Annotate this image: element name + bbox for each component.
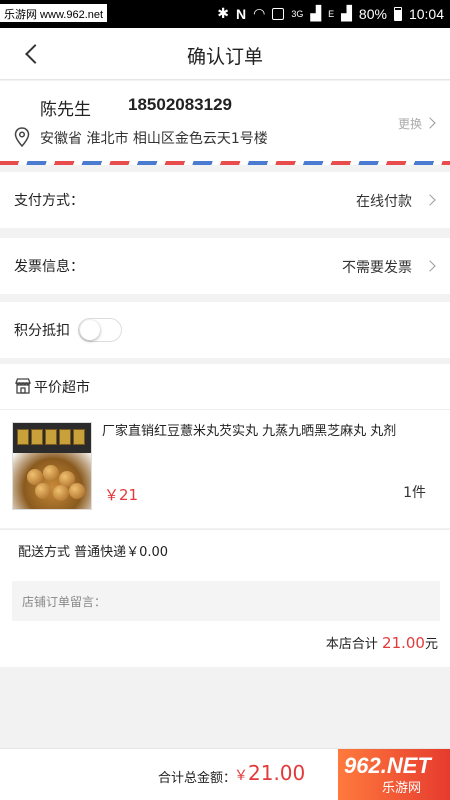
total-label: 合计总金额：: [158, 771, 237, 786]
chevron-right-icon: [424, 194, 436, 206]
product-price: ￥21: [104, 486, 139, 504]
store-name: 平价超市: [34, 380, 90, 396]
points-row: 积分抵扣: [0, 302, 450, 358]
page-title: 确认订单: [186, 46, 263, 68]
status-bar: 乐游网 www.962.net ✱ N ◠ 3G ▟ E ▟ 80% 10:04: [0, 0, 450, 28]
order-note-section: 店铺订单留言： 本店合计 21.00元: [0, 569, 450, 667]
checkout-bar: 合计总金额： ￥21.00 962.NET 乐游网: [0, 748, 450, 800]
points-label: 积分抵扣: [14, 323, 70, 339]
sim-icon: [272, 7, 285, 20]
signal-icon-2: ▟: [341, 5, 352, 21]
bluetooth-icon: ✱: [217, 5, 229, 21]
change-address-button[interactable]: 更换: [398, 115, 422, 132]
order-note-input[interactable]: 店铺订单留言：: [12, 581, 440, 621]
logo-subtext: 乐游网: [382, 781, 422, 796]
nfc-icon: N: [235, 5, 247, 22]
shop-icon: [15, 378, 31, 394]
nav-bar: 确认订单: [0, 28, 450, 80]
invoice-label: 发票信息：: [14, 259, 84, 275]
delivery-row: 配送方式 普通快递￥0.00: [0, 529, 450, 569]
payment-method-row[interactable]: 支付方式： 在线付款: [0, 172, 450, 228]
battery-icon: [393, 6, 402, 21]
product-image: [12, 422, 92, 510]
store-header: 平价超市: [0, 364, 450, 410]
product-title: 厂家直销红豆薏米丸芡实丸 九蒸九晒黑芝麻丸 丸剂: [102, 424, 397, 439]
delivery-text: 配送方式 普通快递￥0.00: [18, 545, 169, 560]
product-quantity: 1件: [403, 485, 426, 501]
points-toggle[interactable]: [78, 318, 122, 342]
address-text: 安徽省 淮北市 相山区金色云天1号楼: [40, 131, 268, 147]
store-total: 本店合计 21.00元: [326, 633, 438, 652]
signal-e-label: E: [328, 8, 335, 19]
invoice-row[interactable]: 发票信息： 不需要发票: [0, 238, 450, 294]
order-note-placeholder: 店铺订单留言：: [22, 595, 107, 609]
invoice-value: 不需要发票: [342, 260, 412, 276]
payment-value: 在线付款: [356, 194, 412, 210]
watermark: 乐游网 www.962.net: [0, 4, 108, 22]
total-number: 21.00: [248, 761, 306, 785]
chevron-right-icon: [424, 117, 436, 129]
toggle-knob: [80, 320, 100, 340]
chevron-right-icon: [424, 260, 436, 272]
status-icons: ✱ N ◠ 3G ▟ E ▟ 80% 10:04: [217, 5, 444, 22]
location-pin-icon: [14, 127, 30, 147]
store-total-unit: 元: [424, 637, 438, 652]
store-total-amount: 21.00: [382, 634, 425, 652]
recipient-phone: 18502083129: [128, 95, 233, 114]
address-card[interactable]: 陈先生 18502083129 安徽省 淮北市 相山区金色云天1号楼 更换: [0, 81, 450, 165]
signal-icon: ▟: [310, 5, 322, 21]
store-total-label: 本店合计: [325, 637, 378, 652]
site-watermark-logo: 962.NET 乐游网: [338, 749, 450, 800]
product-item[interactable]: 厂家直销红豆薏米丸芡实丸 九蒸九晒黑芝麻丸 丸剂 ￥21 1件: [0, 410, 450, 528]
logo-text: 962.NET: [344, 753, 431, 778]
total-amount: ￥21.00: [234, 761, 305, 785]
total-currency: ￥: [234, 768, 248, 784]
envelope-stripe: [0, 161, 450, 165]
clock: 10:04: [408, 5, 444, 22]
recipient-name: 陈先生: [40, 100, 91, 120]
wifi-icon: ◠: [253, 5, 266, 21]
network-type: 3G: [291, 8, 304, 19]
payment-label: 支付方式：: [14, 193, 84, 209]
battery-percent: 80%: [358, 5, 387, 22]
